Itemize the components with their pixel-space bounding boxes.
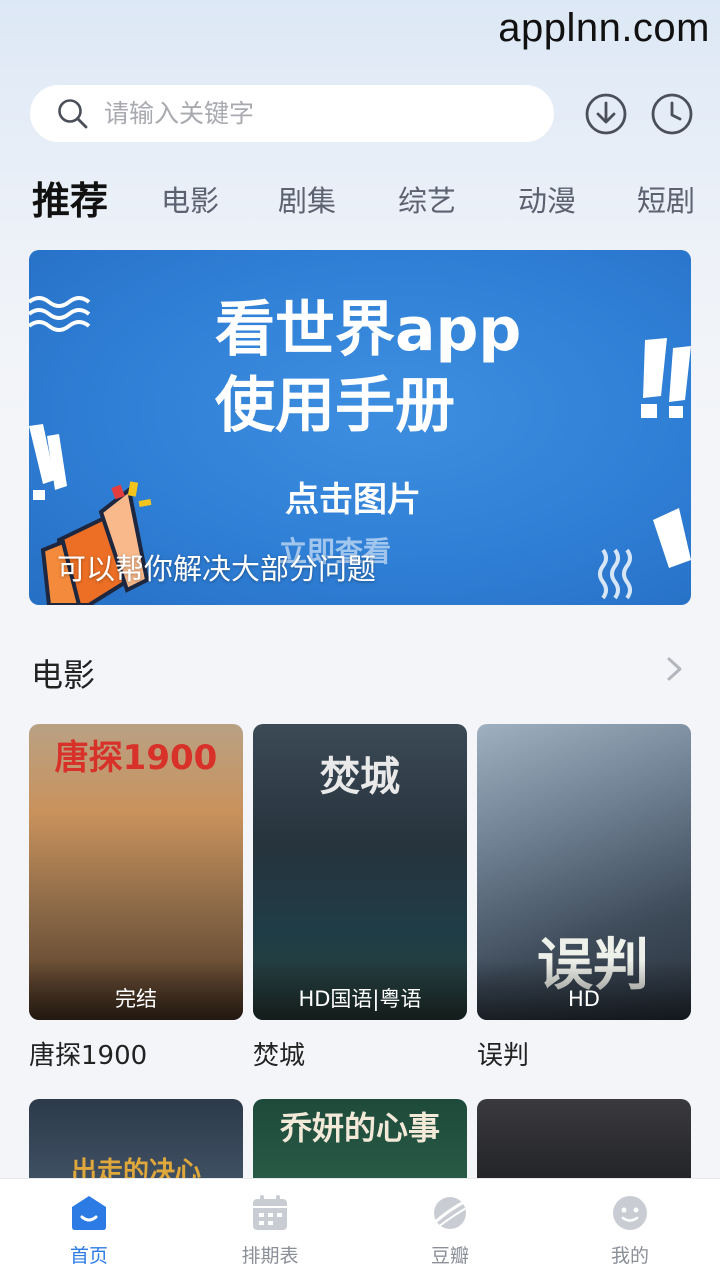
header-bar xyxy=(30,85,700,142)
banner-headline-line2: 使用手册 xyxy=(215,371,455,441)
banner-headline: 看世界app 使用手册 xyxy=(215,292,521,444)
tab-movies[interactable]: 电影 xyxy=(161,178,219,220)
movie-card[interactable]: 焚城 HD国语|粤语 焚城 xyxy=(253,724,467,1072)
tab-series[interactable]: 剧集 xyxy=(278,178,336,220)
history-icon xyxy=(651,93,693,135)
movie-title[interactable]: 焚城 xyxy=(253,1035,467,1072)
calendar-icon xyxy=(253,1195,287,1230)
planet-icon xyxy=(432,1197,469,1229)
section-title-movies: 电影 xyxy=(31,656,96,694)
tab-short-drama[interactable]: 短剧 xyxy=(637,178,695,220)
movie-title[interactable]: 唐探1900 xyxy=(29,1035,243,1072)
banner-headline-line1: 看世界app xyxy=(215,295,522,365)
profile-icon xyxy=(613,1196,647,1230)
movie-title[interactable]: 误判 xyxy=(477,1035,691,1072)
chevron-right-icon[interactable] xyxy=(664,656,686,682)
bottom-navigation: 首页 排期表 豆瓣 我的 xyxy=(0,1178,720,1280)
watermark: applnn.com xyxy=(498,6,710,50)
nav-douban-label: 豆瓣 xyxy=(430,1245,469,1267)
tab-anime[interactable]: 动漫 xyxy=(518,178,576,220)
nav-douban[interactable]: 豆瓣 xyxy=(390,1179,510,1268)
nav-home[interactable]: 首页 xyxy=(29,1179,149,1268)
banner-subtitle: 点击图片 xyxy=(285,480,421,520)
category-tabs: 推荐 电影 剧集 综艺 动漫 短剧 xyxy=(32,170,720,226)
poster-title: 唐探1900 xyxy=(54,738,218,778)
movie-card[interactable]: 误判 HD 误判 xyxy=(477,724,691,1072)
nav-schedule-label: 排期表 xyxy=(241,1245,299,1267)
status-badge: HD国语|粤语 xyxy=(253,960,467,1020)
search-icon xyxy=(58,98,88,128)
banner-caption: 可以帮你解决大部分问题 xyxy=(57,552,377,586)
search-input[interactable] xyxy=(104,99,484,128)
movie-poster[interactable]: 误判 HD xyxy=(477,724,691,1020)
search-box[interactable] xyxy=(30,85,554,142)
nav-profile-label: 我的 xyxy=(610,1245,649,1267)
status-badge: HD xyxy=(477,960,691,1020)
poster-title: 乔妍的心事 xyxy=(279,1109,440,1147)
nav-profile[interactable]: 我的 xyxy=(570,1179,690,1268)
download-button[interactable] xyxy=(584,92,628,136)
nav-home-label: 首页 xyxy=(69,1245,108,1267)
history-button[interactable] xyxy=(650,92,694,136)
promo-banner[interactable]: 看世界app 使用手册 点击图片 立即查看 可以帮你解决大部分问题 xyxy=(29,250,691,605)
movie-poster[interactable]: 焚城 HD国语|粤语 xyxy=(253,724,467,1020)
home-icon xyxy=(72,1196,106,1230)
movie-card[interactable]: 唐探1900 完结 唐探1900 xyxy=(29,724,243,1072)
nav-schedule[interactable]: 排期表 xyxy=(210,1179,330,1268)
tab-variety[interactable]: 综艺 xyxy=(398,178,456,220)
download-icon xyxy=(585,93,627,135)
status-badge: 完结 xyxy=(29,960,243,1020)
tab-recommend[interactable]: 推荐 xyxy=(32,170,108,225)
poster-title: 焚城 xyxy=(320,754,400,800)
movie-poster[interactable]: 唐探1900 完结 xyxy=(29,724,243,1020)
